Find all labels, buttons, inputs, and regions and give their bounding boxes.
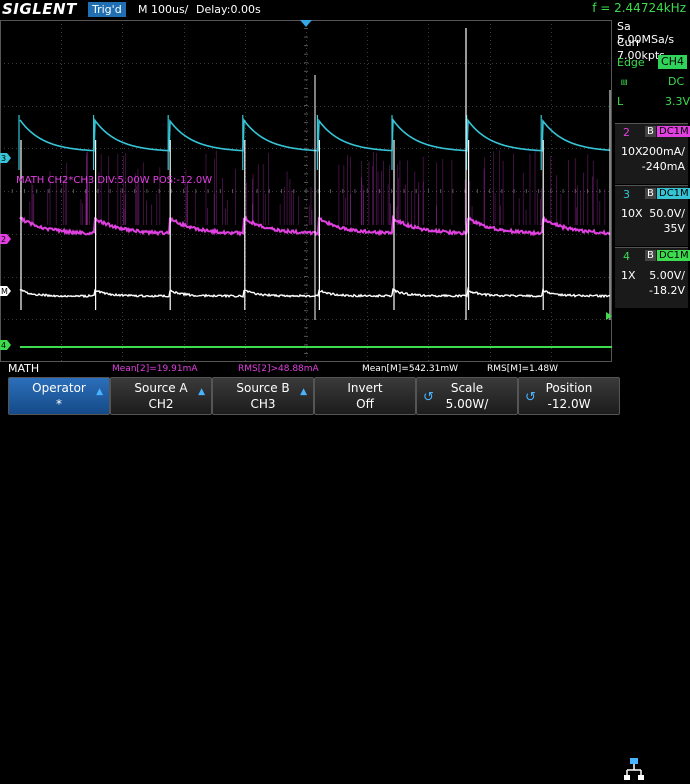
waveform-display[interactable]: 3 2 M 4 MATH CH2*CH3 DIV:5.00W POS:-12.0W: [0, 20, 612, 362]
menu-title: MATH: [8, 362, 39, 375]
position-softkey[interactable]: ↺ Position -12.0W: [518, 377, 620, 415]
measurement-rms-ch2: RMS[2]>48.88mA: [238, 364, 319, 374]
coupling-badge: DC1M: [657, 188, 690, 199]
measurement-mean-math: Mean[M]=542.31mW: [362, 364, 458, 374]
softkey-label: Operator: [9, 380, 109, 396]
delay[interactable]: Delay:0.00s: [196, 3, 261, 16]
channel-2-box[interactable]: 2 B DC1M 10X 200mA/ -240mA: [615, 123, 688, 184]
vertical-scale: 200mA/: [642, 145, 685, 158]
channel-3-box[interactable]: 3 B DC1M 10X 50.0V/ 35V: [615, 185, 688, 246]
knob-icon: ↺: [423, 390, 434, 406]
ch4-level-marker-label: 4: [1, 341, 6, 350]
coupling-badge: DC1M: [657, 126, 690, 137]
rising-edge-icon: ⩏: [621, 75, 627, 89]
vertical-offset: -18.2V: [649, 284, 685, 297]
measurement-rms-math: RMS[M]=1.48W: [487, 364, 558, 374]
channel-number: 4: [623, 250, 630, 263]
arrow-up-icon: ▲: [96, 384, 103, 400]
math-overlay-label: MATH CH2*CH3 DIV:5.00W POS:-12.0W: [16, 175, 212, 186]
brand-logo: SIGLENT: [2, 0, 77, 18]
probe-factor: 1X: [621, 269, 636, 282]
status-bar: SIGLENT Trig'd M 100us/ Delay:0.00s f = …: [0, 0, 690, 20]
arrow-up-icon: ▲: [300, 384, 307, 400]
channel-number: 3: [623, 188, 630, 201]
measurement-bar: Mean[2]=19.91mA RMS[2]>48.88mA Mean[M]=5…: [0, 362, 612, 376]
timebase[interactable]: M 100us/: [138, 3, 188, 16]
softkey-menu: MATH Operator * ▲ Source A CH2 ▲ Source …: [0, 376, 690, 414]
source-a-softkey[interactable]: Source A CH2 ▲: [110, 377, 212, 415]
vertical-offset: 35V: [663, 222, 685, 235]
channel-4-box[interactable]: 4 B DC1M 1X 5.00V/ -18.2V: [615, 247, 688, 308]
vertical-scale: 50.0V/: [649, 207, 685, 220]
softkey-value: *: [9, 396, 109, 412]
ch2-level-marker-label: 2: [1, 235, 6, 244]
softkey-value: CH3: [213, 396, 313, 412]
ch3-level-marker-label: 3: [1, 154, 6, 163]
network-icon: [624, 756, 644, 784]
math-level-marker-label: M: [1, 287, 8, 296]
trigger-level: 3.3V: [665, 95, 690, 108]
vertical-scale: 5.00V/: [649, 269, 685, 282]
probe-factor: 10X: [621, 207, 643, 220]
waveform-canvas: 3 2 M 4: [0, 20, 612, 362]
softkey-value: CH2: [111, 396, 211, 412]
bandwidth-limit: B: [645, 188, 656, 199]
softkey-label: Source B: [213, 380, 313, 396]
trigger-status: Trig'd: [88, 2, 126, 17]
trigger-source-badge[interactable]: CH4: [658, 55, 687, 69]
softkey-label: Source A: [111, 380, 211, 396]
measurement-mean-ch2: Mean[2]=19.91mA: [112, 364, 198, 374]
source-b-softkey[interactable]: Source B CH3 ▲: [212, 377, 314, 415]
right-info-panel: Sa 5.00MSa/s Curr 7.00kpts Edge CH4 ⩏ DC…: [613, 20, 690, 362]
probe-factor: 10X: [621, 145, 643, 158]
bandwidth-limit: B: [645, 250, 656, 261]
invert-softkey[interactable]: Invert Off: [314, 377, 416, 415]
trigger-coupling: DC: [668, 75, 684, 88]
softkey-value: Off: [315, 396, 415, 412]
bandwidth-limit: B: [645, 126, 656, 137]
frequency-counter: f = 2.44724kHz: [592, 1, 686, 15]
channel-number: 2: [623, 126, 630, 139]
arrow-up-icon: ▲: [198, 384, 205, 400]
scale-softkey[interactable]: ↺ Scale 5.00W/: [416, 377, 518, 415]
coupling-badge: DC1M: [657, 250, 690, 261]
trigger-position-marker: [300, 20, 312, 27]
softkey-label: Invert: [315, 380, 415, 396]
knob-icon: ↺: [525, 390, 536, 406]
trigger-level-label: L: [617, 95, 623, 108]
vertical-offset: -240mA: [642, 160, 685, 173]
operator-softkey[interactable]: Operator * ▲: [8, 377, 110, 415]
trigger-type[interactable]: Edge: [617, 56, 645, 69]
